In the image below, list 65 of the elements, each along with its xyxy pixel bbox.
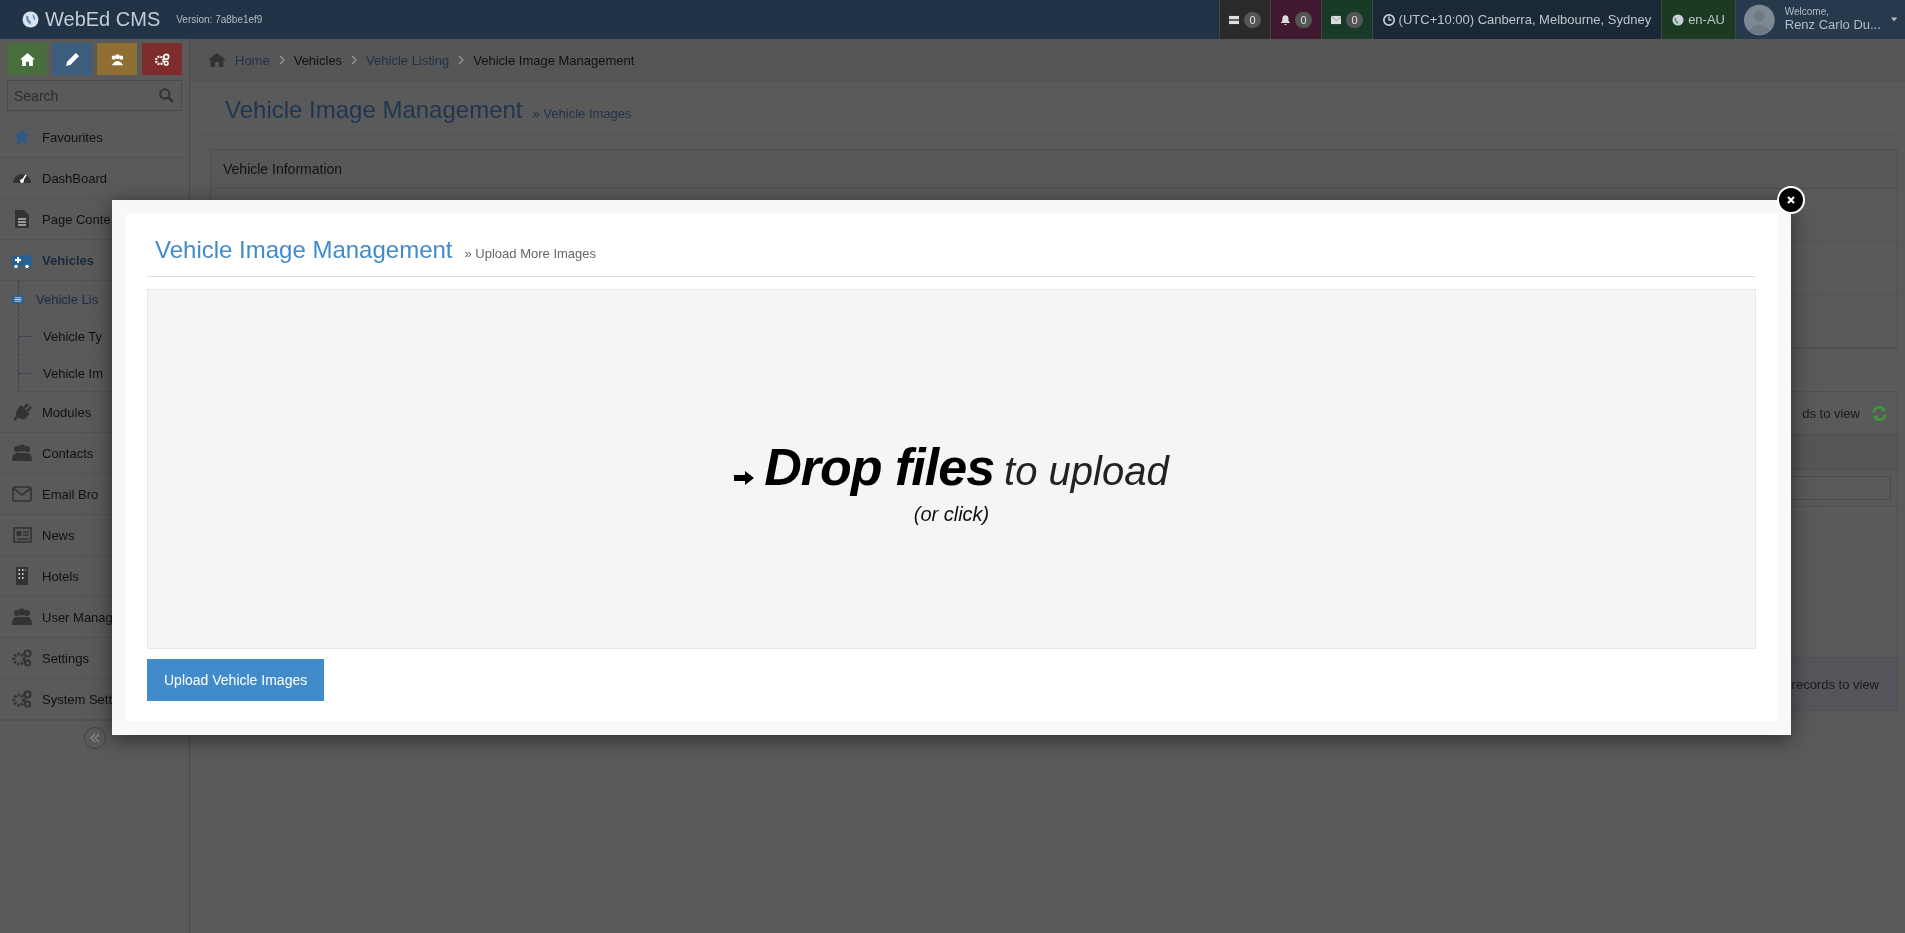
clock-icon — [1382, 13, 1395, 26]
records-info: ds to view — [1802, 405, 1860, 421]
gears-icon — [12, 649, 32, 667]
globe-icon — [22, 11, 39, 28]
shortcut-button[interactable] — [7, 43, 47, 75]
count-badge: 0 — [1346, 11, 1363, 28]
breadcrumb-item: Vehicles — [293, 52, 343, 68]
list-icon — [12, 294, 24, 304]
shortcut-button[interactable] — [97, 43, 137, 75]
app-logo: WebEd CMS — [45, 8, 161, 31]
star-icon — [12, 128, 32, 146]
envelope-icon — [12, 485, 32, 503]
nav-item[interactable]: DashBoard — [0, 158, 189, 199]
breadcrumb-item: Vehicle Image Management — [473, 52, 635, 68]
users-icon — [109, 52, 125, 66]
chevron-icon — [351, 55, 358, 65]
user-name: Renz Carlo Du... — [1784, 17, 1881, 33]
arrow-icon — [734, 470, 755, 485]
document-icon — [12, 210, 32, 228]
home-icon — [19, 52, 35, 66]
users-icon — [12, 444, 32, 462]
chevron-icon — [278, 55, 285, 65]
shortcut-button[interactable] — [52, 43, 92, 75]
newspaper-icon — [12, 526, 32, 544]
envelope-icon — [1330, 13, 1342, 26]
notifications-button[interactable]: 0 — [1269, 0, 1321, 39]
chevron-icon — [458, 55, 465, 65]
records-info: records to view — [1791, 676, 1879, 692]
panel-title: Vehicle Information — [223, 161, 343, 177]
tasks-button[interactable]: 0 — [1218, 0, 1270, 39]
locale-button[interactable]: en-AU — [1661, 0, 1735, 39]
home-icon — [208, 53, 226, 67]
double-chevron-icon — [89, 733, 100, 743]
to-upload-text: to upload — [1004, 448, 1169, 494]
drop-files-text: Drop files — [764, 436, 995, 497]
bell-icon — [1279, 13, 1291, 26]
ambulance-icon — [12, 251, 32, 269]
version-label: Version: 7a8be1ef9 — [176, 14, 263, 25]
pencil-icon — [64, 52, 80, 66]
server-icon — [1228, 13, 1240, 26]
welcome-label: Welcome, — [1784, 6, 1830, 18]
gears-icon — [12, 690, 32, 708]
timezone-text: (UTC+10:00) Canberra, Melbourne, Sydney — [1398, 12, 1652, 27]
caret-icon — [1890, 17, 1897, 22]
page-subtitle: » Vehicle Images — [532, 106, 632, 121]
plug-icon — [12, 403, 32, 421]
count-badge: 0 — [1244, 11, 1261, 28]
breadcrumb-link[interactable]: Home — [235, 52, 270, 68]
messages-button[interactable]: 0 — [1320, 0, 1372, 39]
shortcut-button[interactable] — [142, 43, 182, 75]
count-badge: 0 — [1295, 11, 1312, 28]
collapse-button[interactable] — [83, 727, 106, 749]
search-icon — [159, 88, 174, 103]
globe-icon — [1672, 13, 1685, 26]
or-click-text: (or click) — [913, 502, 990, 526]
close-icon — [1786, 195, 1796, 205]
breadcrumb-link[interactable]: Vehicle Listing — [366, 52, 450, 68]
page-title: Vehicle Image Management — [225, 96, 523, 124]
dropzone[interactable]: Drop files to upload (or click) — [147, 289, 1756, 649]
dialog-subtitle: » Upload More Images — [464, 246, 597, 261]
user-menu[interactable]: Welcome, Renz Carlo Du... — [1735, 0, 1905, 39]
nav-item[interactable]: Favourites — [0, 117, 189, 158]
users-icon — [12, 608, 32, 626]
upload-button[interactable]: Upload Vehicle Images — [147, 659, 325, 701]
gears-icon — [154, 52, 170, 66]
